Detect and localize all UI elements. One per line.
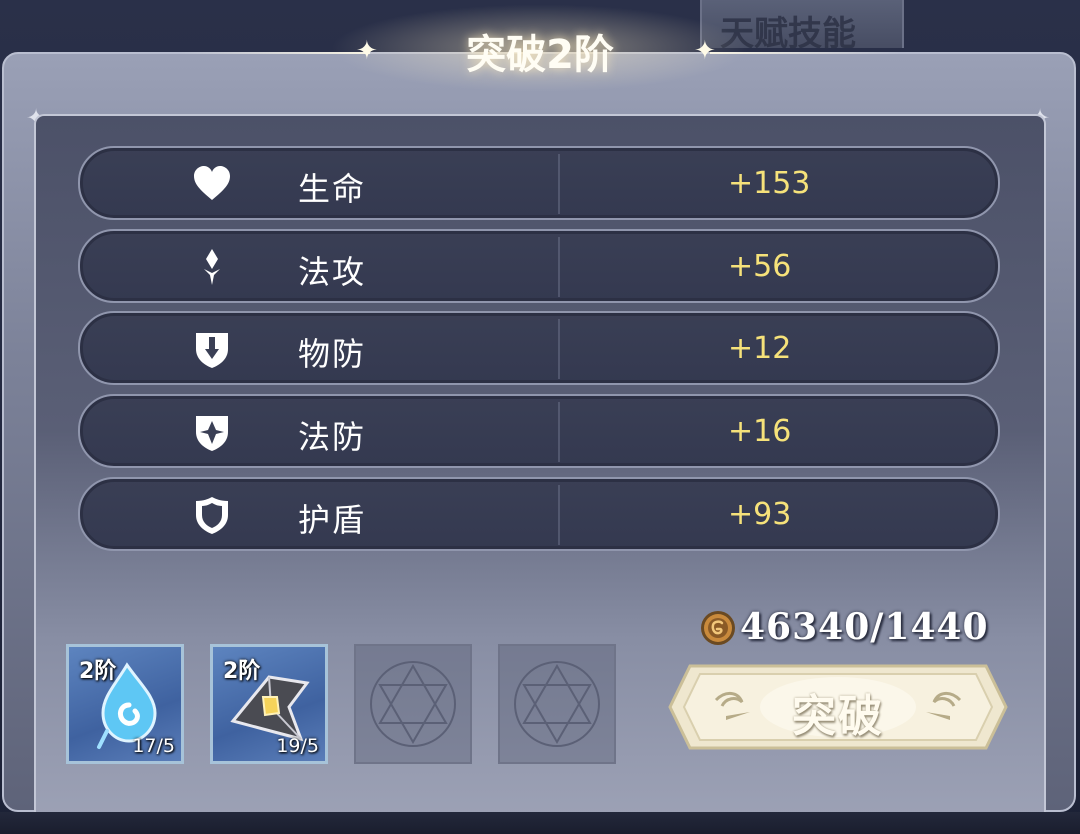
dialog-title: 突破2阶 (466, 32, 614, 78)
stat-value: +153 (728, 166, 811, 201)
stat-label: 法攻 (298, 253, 367, 291)
magic-attack-icon (204, 249, 220, 285)
stat-row-physical-defense: 物防 +12 (78, 311, 1000, 385)
shield-icon (196, 497, 228, 534)
material-tier: 2阶 (223, 659, 261, 684)
stat-row-hp: 生命 +153 (78, 146, 1000, 220)
row-divider (558, 402, 560, 462)
material-tier: 2阶 (79, 659, 117, 684)
stat-row-magic-defense: 法防 +16 (78, 394, 1000, 468)
stat-value: +16 (728, 414, 792, 449)
bottom-edge (0, 812, 1080, 834)
magic-defense-icon (196, 416, 228, 451)
breakthrough-cost: 46340/1440 (740, 606, 989, 648)
hexagram-icon (370, 661, 456, 747)
stat-label: 护盾 (298, 501, 367, 539)
stat-row-magic-attack: 法攻 +56 (78, 229, 1000, 303)
material-count: 19/5 (276, 735, 319, 757)
gold-coin-icon (701, 611, 735, 645)
row-divider (558, 237, 560, 297)
breakthrough-button[interactable]: 突破 (666, 660, 1010, 754)
stat-value: +56 (728, 249, 792, 284)
heart-icon (194, 166, 230, 200)
row-divider (558, 319, 560, 379)
stat-label: 生命 (298, 170, 367, 208)
empty-material-slot[interactable] (354, 644, 472, 764)
stat-value: +93 (728, 497, 792, 532)
material-count: 17/5 (132, 735, 175, 757)
row-divider (558, 485, 560, 545)
stat-row-shield: 护盾 +93 (78, 477, 1000, 551)
material-slot[interactable]: 2阶 19/5 (210, 644, 328, 764)
hexagram-icon (514, 661, 600, 747)
row-divider (558, 154, 560, 214)
material-slot[interactable]: 2阶 17/5 (66, 644, 184, 764)
stat-label: 物防 (298, 335, 367, 373)
stat-label: 法防 (298, 418, 367, 456)
breakthrough-button-label: 突破 (792, 691, 884, 742)
empty-material-slot[interactable] (498, 644, 616, 764)
stat-value: +12 (728, 331, 792, 366)
physical-defense-icon (196, 333, 228, 368)
